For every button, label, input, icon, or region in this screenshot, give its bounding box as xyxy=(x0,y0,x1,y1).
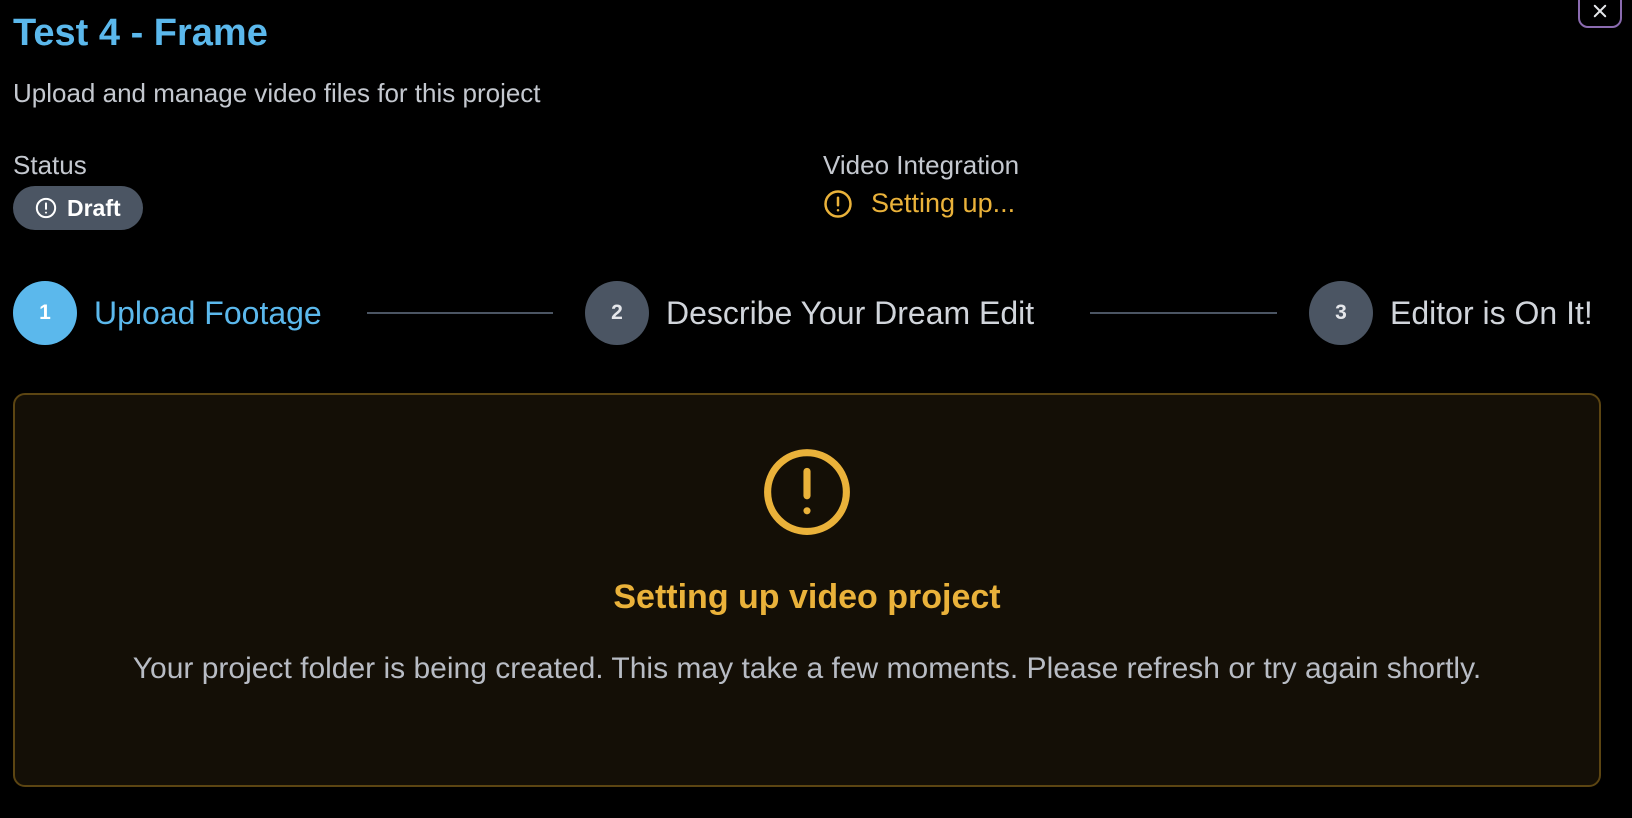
alert-circle-icon xyxy=(35,197,57,219)
close-icon xyxy=(1591,2,1609,20)
page-title: Test 4 - Frame xyxy=(13,12,268,54)
step-connector xyxy=(367,312,553,314)
progress-stepper: 1 Upload Footage 2 Describe Your Dream E… xyxy=(13,281,1601,345)
step-label: Upload Footage xyxy=(94,294,322,331)
integration-status-text: Setting up... xyxy=(871,188,1016,218)
integration-status: Setting up... xyxy=(823,188,1015,219)
close-button[interactable] xyxy=(1578,0,1622,28)
step-number: 1 xyxy=(13,281,77,345)
step-number: 3 xyxy=(1309,281,1373,345)
page-subtitle: Upload and manage video files for this p… xyxy=(13,78,541,108)
step-label: Editor is On It! xyxy=(1390,294,1593,331)
step-connector xyxy=(1090,312,1277,314)
step-number: 2 xyxy=(585,281,649,345)
step-describe-edit[interactable]: 2 Describe Your Dream Edit xyxy=(585,281,1034,345)
notice-message: Your project folder is being created. Th… xyxy=(132,652,1482,685)
status-badge-text: Draft xyxy=(67,194,121,221)
status-badge: Draft xyxy=(13,186,143,230)
step-upload-footage[interactable]: 1 Upload Footage xyxy=(13,281,322,345)
status-label: Status xyxy=(13,150,87,180)
alert-circle-icon xyxy=(762,447,852,537)
notice-title: Setting up video project xyxy=(613,578,1001,616)
step-editor-on-it[interactable]: 3 Editor is On It! xyxy=(1309,281,1593,345)
alert-circle-icon xyxy=(823,189,853,219)
integration-label: Video Integration xyxy=(823,150,1020,180)
setup-notice-panel: Setting up video project Your project fo… xyxy=(13,393,1601,787)
step-label: Describe Your Dream Edit xyxy=(666,294,1035,331)
